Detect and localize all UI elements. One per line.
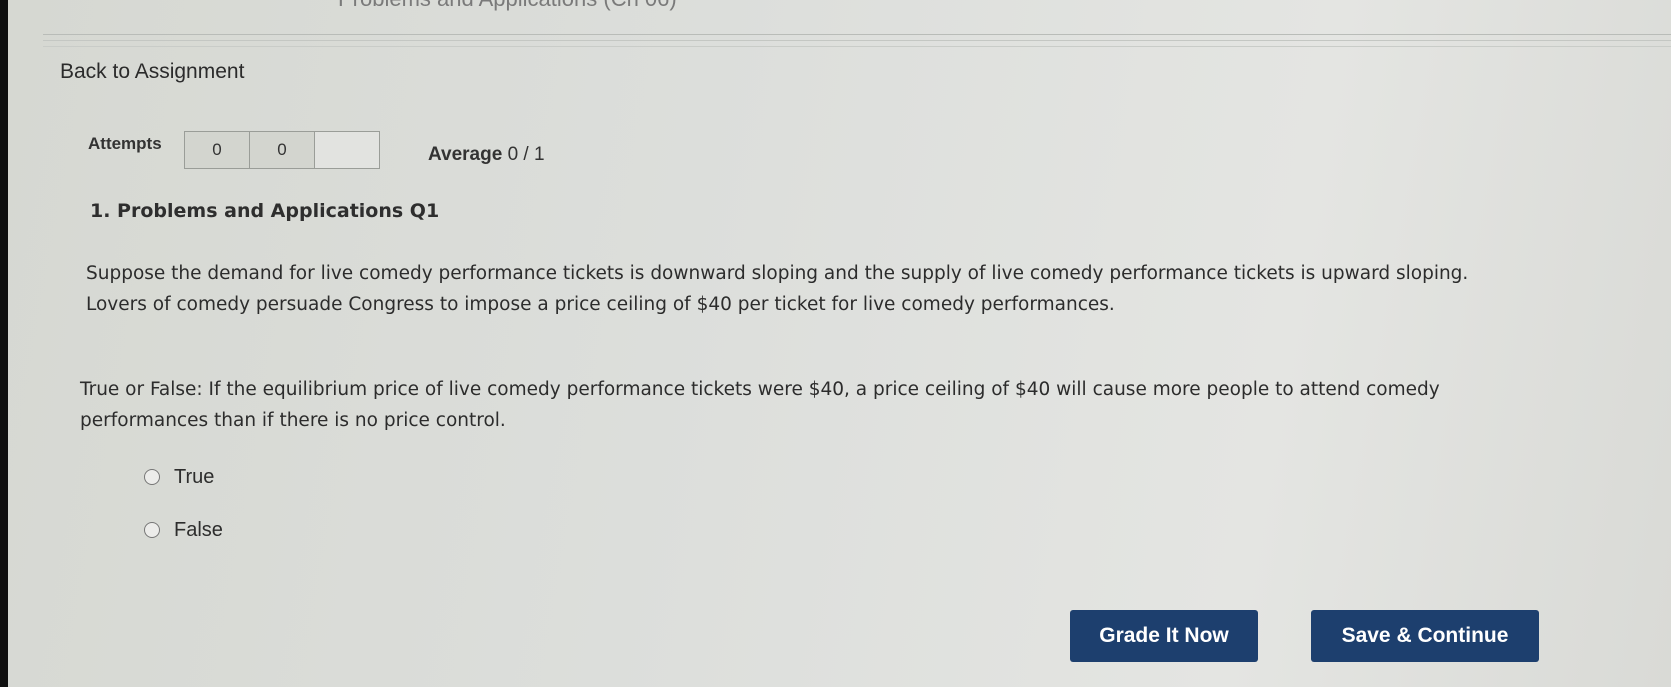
attempt-box-2: 0 xyxy=(250,132,315,168)
average-label: Average xyxy=(428,144,503,165)
radio-button-icon[interactable] xyxy=(144,522,160,538)
option-true[interactable]: True xyxy=(144,462,223,492)
save-and-continue-button[interactable]: Save & Continue xyxy=(1311,610,1539,662)
attempts-label: Attempts xyxy=(88,134,162,153)
divider xyxy=(43,46,1671,47)
option-label: True xyxy=(174,465,215,488)
back-to-assignment-link[interactable]: Back to Assignment xyxy=(60,60,244,84)
question-prompt-text: True or False: If the equilibrium price … xyxy=(80,379,1440,431)
option-false[interactable]: False xyxy=(144,515,223,545)
average-score: Average 0 / 1 xyxy=(428,144,545,166)
assignment-page: Problems and Applications (Ch 06) Back t… xyxy=(8,0,1671,687)
attempt-box-1: 0 xyxy=(185,132,250,168)
radio-button-icon[interactable] xyxy=(144,469,160,485)
page-header-title: Problems and Applications (Ch 06) xyxy=(338,0,677,12)
attempt-box-3 xyxy=(315,132,379,168)
question-scenario-text: Suppose the demand for live comedy perfo… xyxy=(86,263,1469,315)
attempts-counter: 0 0 xyxy=(184,131,380,169)
option-label: False xyxy=(174,518,223,541)
divider xyxy=(43,34,1671,35)
grade-it-now-button[interactable]: Grade It Now xyxy=(1070,610,1258,662)
divider xyxy=(43,40,1671,41)
question-title: 1. Problems and Applications Q1 xyxy=(90,200,440,222)
answer-options: True False xyxy=(144,462,223,568)
average-value: 0 / 1 xyxy=(507,144,545,165)
